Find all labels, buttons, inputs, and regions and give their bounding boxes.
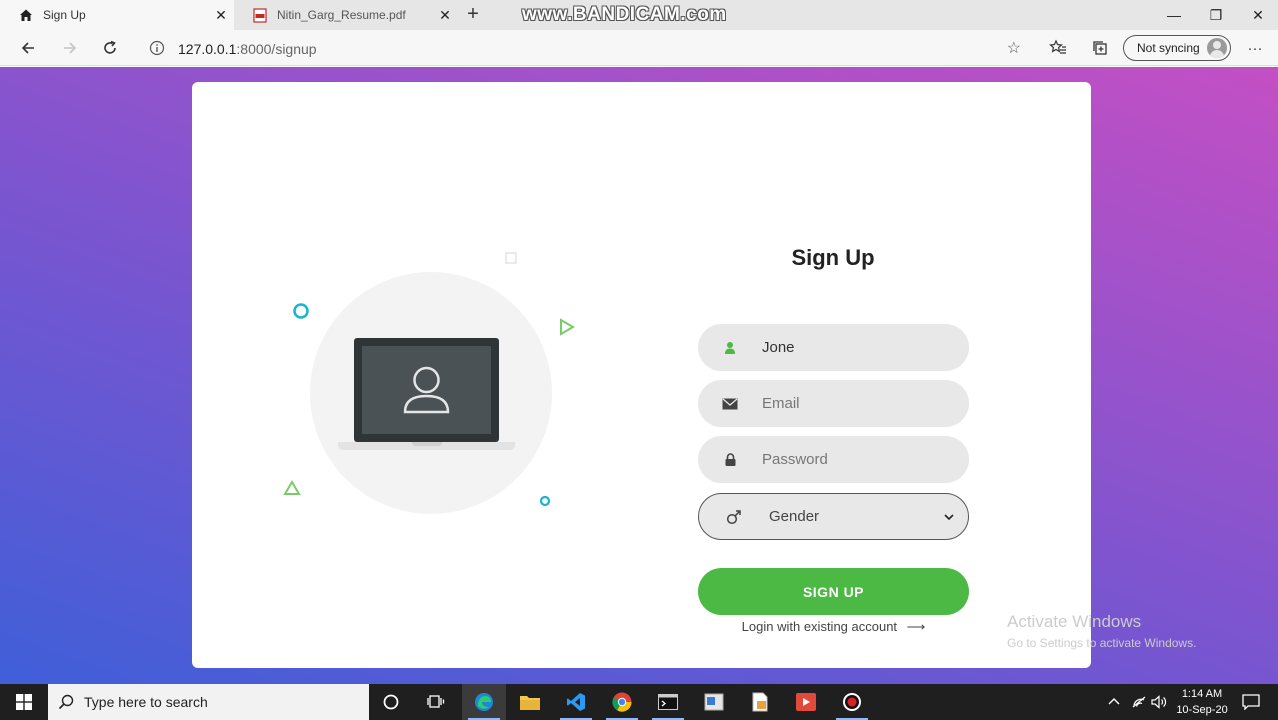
screen-recorder-icon[interactable] (830, 684, 874, 720)
edge-browser-icon[interactable] (462, 684, 506, 720)
document-icon[interactable] (738, 684, 782, 720)
browser-toolbar: 127.0.0.1:8000/signup ☆ Not syncing ··· (0, 30, 1278, 66)
tab-label: Nitin_Garg_Resume.pdf (277, 8, 406, 22)
email-input[interactable] (762, 395, 952, 412)
more-menu-icon[interactable]: ··· (1245, 38, 1265, 58)
file-explorer-icon[interactable] (508, 684, 552, 720)
volume-icon[interactable] (1151, 684, 1167, 720)
avatar-icon (1207, 38, 1227, 58)
new-tab-button[interactable]: + (462, 4, 484, 26)
minimize-button[interactable]: — (1152, 0, 1196, 30)
url-text[interactable]: 127.0.0.1:8000/signup (178, 41, 317, 57)
sync-label: Not syncing (1137, 41, 1200, 55)
square-decoration-icon (505, 251, 517, 269)
lock-icon (698, 453, 762, 466)
tab-bar: Sign Up ✕ Nitin_Garg_Resume.pdf ✕ + www.… (0, 0, 1278, 30)
terminal-icon[interactable] (646, 684, 690, 720)
triangle-decoration-icon (283, 480, 301, 501)
laptop-screen (362, 346, 491, 434)
notifications-icon[interactable] (1242, 684, 1260, 720)
collections-icon[interactable] (1090, 38, 1110, 58)
password-field[interactable] (698, 436, 969, 483)
chevron-down-icon (944, 510, 968, 524)
windows-activation-notice: Activate Windows Go to Settings to activ… (1007, 612, 1196, 650)
play-triangle-decoration-icon (559, 318, 575, 341)
signup-card: Sign Up Gender (192, 82, 1091, 668)
user-icon (403, 366, 450, 414)
tab-close-icon[interactable]: ✕ (432, 7, 458, 24)
password-input[interactable] (762, 451, 952, 468)
email-field[interactable] (698, 380, 969, 427)
info-icon[interactable] (149, 40, 165, 56)
tab-resume-pdf[interactable]: Nitin_Garg_Resume.pdf ✕ (234, 0, 458, 30)
gender-select[interactable]: Gender (698, 493, 969, 540)
presentation-app-icon[interactable] (784, 684, 828, 720)
search-placeholder: Type here to search (84, 694, 208, 710)
activation-subtitle: Go to Settings to activate Windows. (1007, 636, 1197, 650)
arrow-right-icon: ⟶ (906, 619, 926, 634)
dot-decoration-icon (539, 494, 551, 512)
url-host: 127.0.0.1 (178, 41, 237, 57)
clock-date: 10-Sep-20 (1176, 704, 1228, 716)
windows-taskbar: Type here to search 1:14 AM 10-Sep-20 (0, 684, 1278, 720)
network-icon[interactable] (1131, 684, 1147, 720)
gender-select-value: Gender (769, 508, 820, 525)
maximize-button[interactable]: ❐ (1194, 0, 1238, 30)
login-existing-link[interactable]: Login with existing account ⟶ (698, 619, 969, 635)
taskbar-clock[interactable]: 1:14 AM 10-Sep-20 (1170, 686, 1234, 718)
url-path: :8000/signup (236, 41, 317, 57)
show-hidden-icons-chevron-icon[interactable] (1108, 684, 1120, 720)
address-bar[interactable]: 127.0.0.1:8000/signup ☆ (140, 33, 1035, 63)
tab-label: Sign Up (43, 8, 86, 22)
forward-arrow-icon[interactable] (58, 36, 82, 60)
page-background: Sign Up Gender (0, 67, 1278, 684)
vscode-icon[interactable] (554, 684, 598, 720)
profile-sync-button[interactable]: Not syncing (1123, 35, 1231, 61)
ring-decoration-icon (292, 302, 310, 325)
envelope-icon (698, 398, 762, 410)
name-field[interactable] (698, 324, 969, 371)
page-title: Sign Up (791, 245, 875, 270)
refresh-icon[interactable] (98, 36, 122, 60)
male-symbol-icon (699, 509, 769, 525)
search-icon (48, 694, 84, 710)
chrome-icon[interactable] (600, 684, 644, 720)
close-window-button[interactable]: ✕ (1236, 0, 1278, 30)
favorites-icon[interactable] (1048, 38, 1068, 58)
cortana-icon[interactable] (369, 684, 413, 720)
favorite-star-icon[interactable]: ☆ (1007, 38, 1021, 58)
home-icon (18, 7, 34, 23)
pdf-icon (252, 7, 268, 23)
recorder-watermark: www.BANDICAM.com (522, 4, 727, 25)
tab-close-icon[interactable]: ✕ (208, 7, 234, 24)
task-view-icon[interactable] (414, 684, 458, 720)
tab-sign-up[interactable]: Sign Up ✕ (0, 0, 234, 30)
clock-time: 1:14 AM (1181, 688, 1223, 700)
sign-up-button[interactable]: SIGN UP (698, 568, 969, 615)
app-window-icon[interactable] (692, 684, 736, 720)
laptop-illustration (354, 338, 499, 442)
login-link-label: Login with existing account (741, 619, 898, 634)
taskbar-search-box[interactable]: Type here to search (48, 684, 369, 720)
back-arrow-icon[interactable] (16, 36, 40, 60)
windows-start-icon[interactable] (0, 684, 48, 720)
user-icon (698, 341, 762, 355)
name-input[interactable] (762, 339, 952, 356)
activation-title: Activate Windows (1007, 612, 1142, 631)
laptop-notch (412, 442, 442, 446)
